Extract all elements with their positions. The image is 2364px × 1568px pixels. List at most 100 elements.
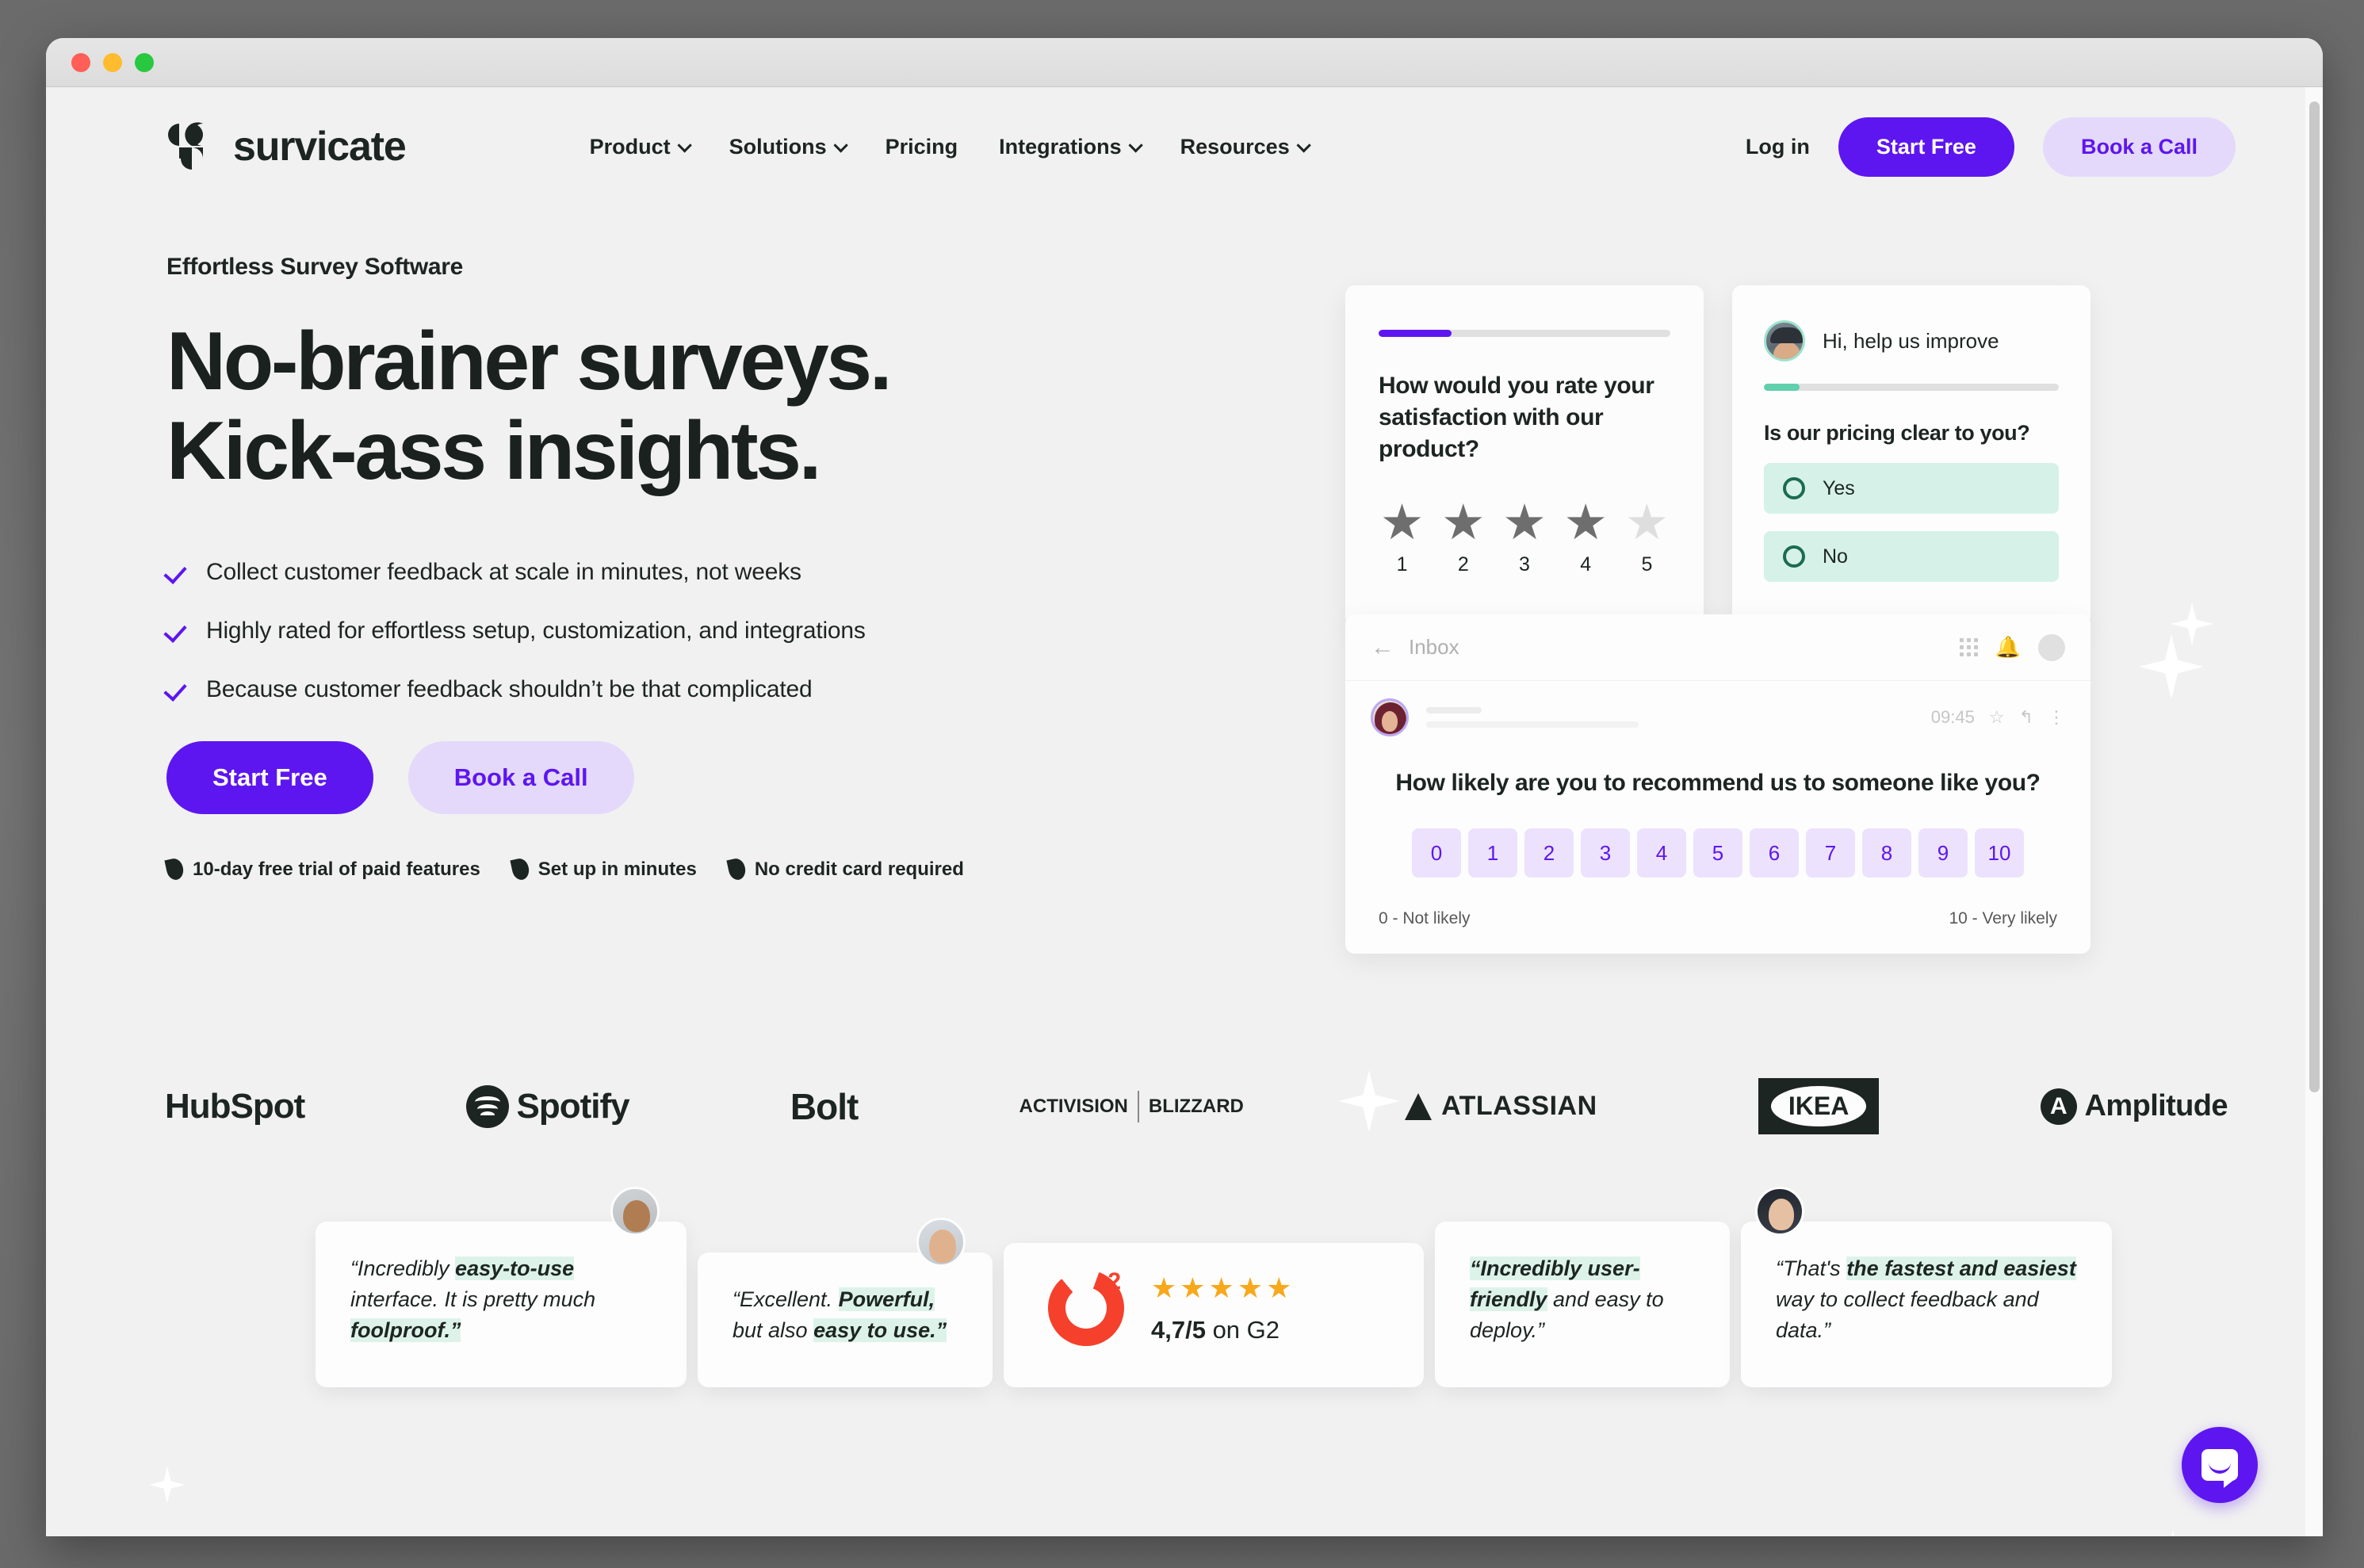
avatar xyxy=(1755,1187,1804,1236)
quote-highlight: foolproof.” xyxy=(350,1318,461,1343)
nav-item-product[interactable]: Product xyxy=(589,134,692,159)
header-start-free-button[interactable]: Start Free xyxy=(1838,117,2014,177)
star-option[interactable]: ★ 4 xyxy=(1563,498,1609,577)
hero-cta-group: Start Free Book a Call xyxy=(166,740,1213,814)
window-maximize-button[interactable] xyxy=(135,52,154,72)
nav-item-resources[interactable]: Resources xyxy=(1180,134,1311,159)
nps-low-label: 0 - Not likely xyxy=(1379,909,1471,927)
logo-atlassian: ATLASSIAN xyxy=(1405,1091,1597,1122)
nps-option-6[interactable]: 6 xyxy=(1750,828,1799,878)
inbox-label: Inbox xyxy=(1409,635,1459,659)
quote-part: “That's xyxy=(1776,1256,1847,1280)
login-link[interactable]: Log in xyxy=(1746,135,1810,159)
nav-item-pricing[interactable]: Pricing xyxy=(886,135,958,159)
radio-icon xyxy=(1783,477,1805,499)
leaf-check-icon xyxy=(164,857,186,882)
testimonial-quote: “Incredibly user-friendly and easy to de… xyxy=(1470,1253,1695,1346)
leaf-check-icon xyxy=(510,857,531,882)
logo-activision-label: ACTIVISION xyxy=(1019,1095,1128,1117)
nav-item-integrations[interactable]: Integrations xyxy=(999,135,1143,159)
page-viewport: survicate Product Solutions Pricing Inte… xyxy=(46,87,2323,1536)
star-value: 3 xyxy=(1519,553,1530,576)
testimonial-card: “Excellent. Powerful, but also easy to u… xyxy=(698,1218,993,1388)
testimonial-quote: “Incredibly easy-to-use interface. It is… xyxy=(350,1253,652,1346)
chat-launcher-button[interactable] xyxy=(2182,1427,2258,1503)
survey-progress-fill xyxy=(1764,384,1800,391)
check-icon xyxy=(166,681,187,702)
star-option[interactable]: ★ 1 xyxy=(1379,498,1425,577)
logo-spotify-label: Spotify xyxy=(516,1086,630,1126)
customer-logo-strip: HubSpot Spotify Bolt ACTIVISION BLIZZARD… xyxy=(46,951,2323,1134)
sparkle-decoration xyxy=(149,1467,186,1503)
nps-option-5[interactable]: 5 xyxy=(1693,828,1742,878)
nps-option-9[interactable]: 9 xyxy=(1918,828,1968,878)
chevron-down-icon xyxy=(677,137,692,153)
logo-spotify: Spotify xyxy=(465,1084,630,1128)
nps-question: How likely are you to recommend us to so… xyxy=(1395,770,2041,796)
benefit-label: Because customer feedback shouldn’t be t… xyxy=(206,675,813,702)
star-option[interactable]: ★ 2 xyxy=(1440,498,1486,577)
nps-option-1[interactable]: 1 xyxy=(1468,828,1517,878)
page-scrollbar-track[interactable] xyxy=(2305,87,2323,1536)
list-item: Because customer feedback shouldn’t be t… xyxy=(166,676,1213,703)
hero-start-free-button[interactable]: Start Free xyxy=(166,740,373,814)
nps-option-4[interactable]: 4 xyxy=(1637,828,1686,878)
nav-item-resources-label: Resources xyxy=(1180,134,1290,159)
chevron-down-icon xyxy=(833,137,848,153)
nps-option-10[interactable]: 10 xyxy=(1975,828,2024,878)
star-value: 1 xyxy=(1396,553,1408,576)
avatar xyxy=(1371,698,1409,736)
radio-icon xyxy=(1783,545,1805,568)
nps-option-3[interactable]: 3 xyxy=(1581,828,1630,878)
bell-icon[interactable]: 🔔 xyxy=(1995,635,2021,660)
logo-ikea: IKEA xyxy=(1758,1078,1880,1134)
trust-badge-label: Set up in minutes xyxy=(537,858,697,880)
header-book-a-call-button[interactable]: Book a Call xyxy=(2042,117,2236,177)
nav-item-solutions[interactable]: Solutions xyxy=(729,135,848,159)
window-close-button[interactable] xyxy=(71,52,90,72)
window-minimize-button[interactable] xyxy=(103,52,122,72)
quote-part: way to collect feedback and data.” xyxy=(1776,1287,2039,1343)
nps-option-7[interactable]: 7 xyxy=(1806,828,1855,878)
nps-scale-labels: 0 - Not likely 10 - Very likely xyxy=(1345,909,2090,928)
hero-book-a-call-button[interactable]: Book a Call xyxy=(407,740,634,814)
answer-option-yes[interactable]: Yes xyxy=(1764,463,2059,514)
reply-icon[interactable]: ↰ xyxy=(2019,707,2033,728)
trust-badge-label: No credit card required xyxy=(754,858,964,880)
testimonial-card: “Incredibly user-friendly and easy to de… xyxy=(1435,1222,1730,1388)
star-value: 2 xyxy=(1457,553,1469,576)
star-option[interactable]: ★ 5 xyxy=(1624,498,1670,577)
nps-option-0[interactable]: 0 xyxy=(1412,828,1461,878)
logo-activision-blizzard: ACTIVISION BLIZZARD xyxy=(1019,1090,1244,1122)
site-header: survicate Product Solutions Pricing Inte… xyxy=(46,87,2323,206)
nps-option-8[interactable]: 8 xyxy=(1862,828,1911,878)
nav-item-product-label: Product xyxy=(589,134,671,159)
page-scrollbar-thumb[interactable] xyxy=(2309,101,2320,1092)
account-avatar[interactable] xyxy=(2038,633,2065,661)
headline-line-1: No-brainer surveys. xyxy=(166,316,893,407)
testimonial-quote: “That's the fastest and easiest way to c… xyxy=(1776,1253,2077,1346)
g2-score-value: 4,7/5 xyxy=(1151,1316,1206,1344)
star-option[interactable]: ★ 3 xyxy=(1501,498,1547,577)
benefit-label: Collect customer feedback at scale in mi… xyxy=(206,558,801,585)
survicate-logo-mark xyxy=(166,122,216,171)
leaf-check-icon xyxy=(726,857,748,882)
atlassian-mark-icon xyxy=(1405,1092,1433,1120)
back-arrow-icon[interactable]: ← xyxy=(1371,634,1394,661)
benefit-label: Highly rated for effortless setup, custo… xyxy=(206,617,866,644)
logo-blizzard-label: BLIZZARD xyxy=(1148,1095,1244,1117)
nps-option-2[interactable]: 2 xyxy=(1524,828,1574,878)
apps-grid-icon[interactable] xyxy=(1959,638,1978,656)
trust-badge: Set up in minutes xyxy=(510,857,697,882)
list-item: Collect customer feedback at scale in mi… xyxy=(166,559,1213,586)
spotify-mark-icon xyxy=(465,1084,509,1128)
testimonial-card: “That's the fastest and easiest way to c… xyxy=(1741,1187,2112,1388)
more-options-icon[interactable]: ⋮ xyxy=(2048,707,2065,728)
check-icon xyxy=(166,564,187,584)
survicate-logo[interactable]: survicate xyxy=(166,122,407,171)
star-outline-icon[interactable]: ☆ xyxy=(1989,707,2005,728)
quote-part: “Excellent. xyxy=(733,1287,839,1312)
answer-option-no[interactable]: No xyxy=(1764,531,2059,582)
quote-highlight: Powerful, xyxy=(838,1287,935,1312)
hero-trust-badges: 10-day free trial of paid features Set u… xyxy=(164,857,1213,882)
